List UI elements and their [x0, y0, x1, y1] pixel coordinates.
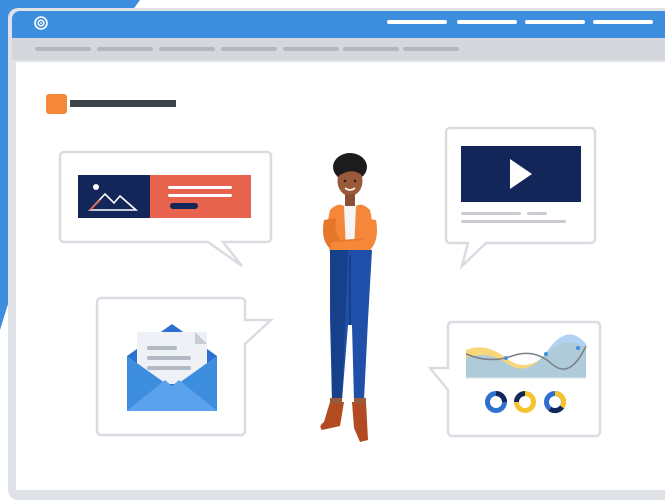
email-card-bubble[interactable] [95, 296, 275, 439]
image-icon [78, 175, 150, 218]
tab-item[interactable] [403, 47, 459, 51]
tab-item[interactable] [283, 47, 339, 51]
tab-item[interactable] [221, 47, 277, 51]
nav-item[interactable] [457, 20, 517, 24]
tab-item[interactable] [343, 47, 399, 51]
page-title-placeholder [70, 100, 176, 107]
nav-item[interactable] [525, 20, 585, 24]
image-card-bubble[interactable] [58, 150, 273, 270]
header-icon [46, 94, 67, 114]
logo-icon [34, 16, 48, 30]
tab-item[interactable] [97, 47, 153, 51]
tab-item[interactable] [159, 47, 215, 51]
person-illustration [320, 153, 377, 442]
browser-top-bar [12, 11, 665, 38]
tab-item[interactable] [35, 47, 91, 51]
nav-item[interactable] [387, 20, 447, 24]
envelope-icon [127, 324, 217, 411]
video-card-bubble[interactable] [444, 126, 599, 271]
nav-item[interactable] [593, 20, 653, 24]
chart-card-bubble[interactable] [428, 320, 604, 440]
